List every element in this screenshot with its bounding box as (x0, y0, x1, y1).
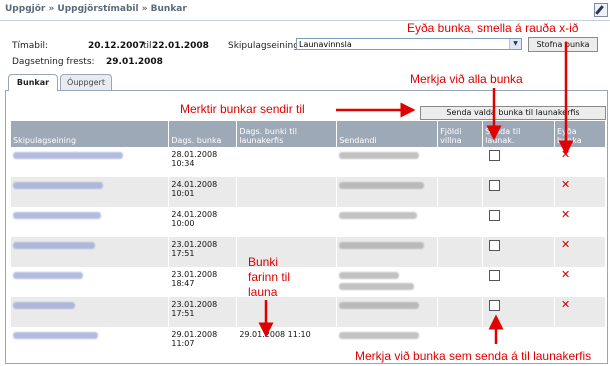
annotation-arrows (258, 42, 574, 344)
